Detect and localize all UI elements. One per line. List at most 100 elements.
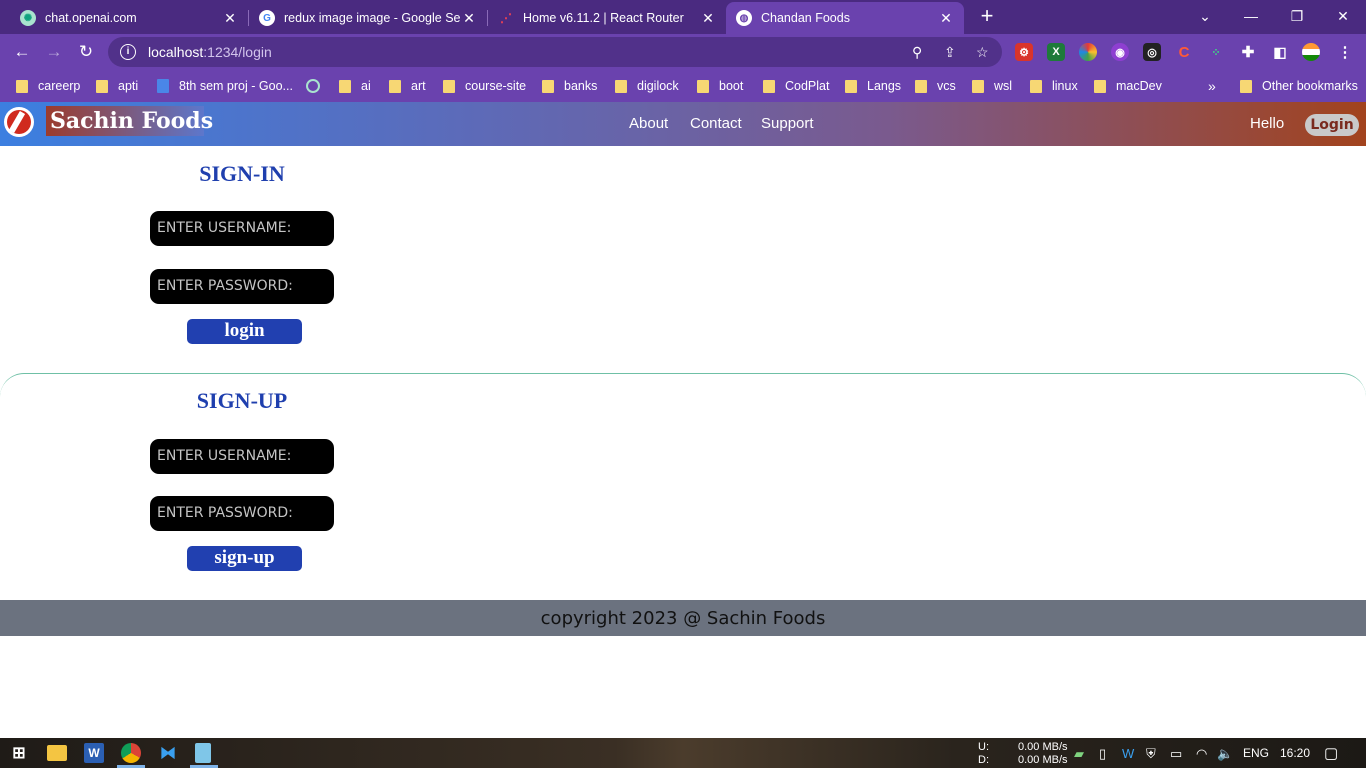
extension-tray-icon[interactable]: W: [1122, 746, 1134, 761]
folder-icon: [542, 79, 554, 93]
folder-icon: [915, 79, 927, 93]
excel-extension-icon[interactable]: X: [1047, 43, 1065, 61]
vscode-icon[interactable]: ⧓: [158, 743, 178, 763]
tab-chandan-foods[interactable]: ◍ Chandan Foods ✕: [726, 2, 964, 34]
forward-button[interactable]: →: [42, 40, 66, 64]
bookmark-item[interactable]: [306, 77, 320, 95]
tab-search-icon[interactable]: ⌄: [1182, 0, 1228, 32]
puzzle-icon[interactable]: ✚: [1239, 43, 1257, 61]
bookmark-folder[interactable]: digilock: [615, 77, 679, 95]
chrome-icon[interactable]: [121, 743, 141, 763]
bookmark-folder[interactable]: CodPlat: [763, 77, 829, 95]
extension-icon[interactable]: ⁘: [1207, 43, 1225, 61]
close-icon[interactable]: ✕: [938, 10, 954, 27]
back-button[interactable]: ←: [10, 40, 34, 64]
side-panel-icon[interactable]: ◧: [1271, 43, 1289, 61]
tab-google-search[interactable]: G redux image image - Google Sea ✕: [249, 2, 487, 34]
extension-icon[interactable]: ◉: [1111, 43, 1129, 61]
drive-icon[interactable]: ▰: [1074, 746, 1084, 762]
word-icon[interactable]: W: [84, 743, 104, 763]
profile-avatar[interactable]: [1302, 43, 1320, 61]
bookmark-star-icon[interactable]: ☆: [976, 44, 989, 61]
bookmark-folder[interactable]: art: [389, 77, 426, 95]
address-bar[interactable]: i localhost:1234/login ⚲ ⇪ ☆: [108, 37, 1002, 67]
bookmark-label: Langs: [867, 79, 902, 93]
clock[interactable]: 16:20: [1280, 747, 1310, 759]
extension-icon[interactable]: C: [1175, 43, 1193, 61]
bookmark-label: linux: [1052, 79, 1078, 93]
bookmark-label: careerp: [38, 79, 81, 93]
signin-password-input[interactable]: [150, 269, 334, 304]
bookmark-label: course-site: [465, 79, 527, 93]
security-shield-icon[interactable]: ⛨: [1146, 746, 1156, 762]
bookmark-folder[interactable]: wsl: [972, 77, 1012, 95]
site-info-icon[interactable]: i: [120, 44, 136, 60]
other-bookmarks-folder[interactable]: Other bookmarks: [1240, 77, 1358, 95]
close-icon[interactable]: ✕: [461, 10, 477, 27]
bookmark-folder[interactable]: course-site: [443, 77, 526, 95]
folder-icon: [615, 79, 627, 93]
extension-icon[interactable]: ⚙: [1015, 43, 1033, 61]
bookmark-folder[interactable]: vcs: [915, 77, 956, 95]
folder-icon: [972, 79, 984, 93]
restore-button[interactable]: ❐: [1274, 0, 1320, 32]
tab-title: redux image image - Google Sea: [284, 11, 461, 25]
extension-icon[interactable]: ◎: [1143, 43, 1161, 61]
bookmark-folder[interactable]: linux: [1030, 77, 1078, 95]
signup-button[interactable]: sign-up: [187, 546, 302, 571]
browser-tab-bar: ✺ chat.openai.com ✕ G redux image image …: [0, 0, 1366, 34]
color-picker-icon[interactable]: [1079, 43, 1097, 61]
page-footer: copyright 2023 @ Sachin Foods: [0, 600, 1366, 636]
menu-dots-icon[interactable]: ⋮: [1336, 43, 1354, 61]
signin-username-input[interactable]: [150, 211, 334, 246]
notepad-icon[interactable]: [195, 743, 211, 763]
notifications-icon[interactable]: ▢: [1324, 744, 1338, 762]
bookmark-item[interactable]: 8th sem proj - Goo...: [157, 77, 293, 95]
battery-icon[interactable]: ▭: [1170, 746, 1182, 762]
folder-icon: [443, 79, 455, 93]
reload-button[interactable]: ↻: [74, 40, 98, 64]
more-bookmarks-button[interactable]: »: [1208, 77, 1216, 95]
bookmark-label: banks: [564, 79, 598, 93]
bookmark-folder[interactable]: macDev: [1094, 77, 1162, 95]
bookmark-label: macDev: [1116, 79, 1162, 93]
brand-name[interactable]: Sachin Foods: [46, 106, 217, 136]
signin-login-button[interactable]: login: [187, 319, 302, 344]
wifi-icon[interactable]: ◠: [1196, 746, 1207, 762]
windows-start-icon[interactable]: ⊞: [9, 743, 29, 763]
tab-chat-openai[interactable]: ✺ chat.openai.com ✕: [10, 2, 248, 34]
new-tab-button[interactable]: +: [976, 4, 998, 30]
bookmark-folder[interactable]: ai: [339, 77, 371, 95]
nav-link-about[interactable]: About: [629, 115, 668, 132]
nav-link-support[interactable]: Support: [761, 115, 814, 132]
close-icon[interactable]: ✕: [700, 10, 716, 27]
folder-icon: [1030, 79, 1042, 93]
signup-username-input[interactable]: [150, 439, 334, 474]
close-window-button[interactable]: ✕: [1320, 0, 1366, 32]
tab-title: Home v6.11.2 | React Router: [523, 11, 684, 25]
zoom-icon[interactable]: ⚲: [912, 44, 922, 61]
minimize-button[interactable]: —: [1228, 0, 1274, 32]
signup-password-input[interactable]: [150, 496, 334, 531]
bookmark-folder[interactable]: banks: [542, 77, 597, 95]
bookmark-folder[interactable]: careerp: [16, 77, 80, 95]
google-docs-icon: [157, 79, 169, 93]
language-indicator[interactable]: ENG: [1243, 747, 1269, 759]
tab-react-router[interactable]: ⋰ Home v6.11.2 | React Router ✕: [488, 2, 726, 34]
login-button[interactable]: Login: [1305, 114, 1359, 136]
tab-title: chat.openai.com: [45, 11, 137, 25]
close-icon[interactable]: ✕: [222, 10, 238, 27]
tab-title: Chandan Foods: [761, 11, 850, 25]
share-icon[interactable]: ⇪: [944, 44, 956, 61]
folder-icon: [697, 79, 709, 93]
bookmark-folder[interactable]: boot: [697, 77, 743, 95]
app-navbar: Sachin Foods About Contact Support Hello…: [0, 102, 1366, 146]
nav-link-contact[interactable]: Contact: [690, 115, 742, 132]
bookmark-folder[interactable]: apti: [96, 77, 138, 95]
file-explorer-icon[interactable]: [47, 745, 67, 761]
bookmark-label: ai: [361, 79, 371, 93]
bookmark-folder[interactable]: Langs: [845, 77, 901, 95]
volume-icon[interactable]: 🔈: [1217, 746, 1233, 762]
usb-icon[interactable]: ▯: [1099, 746, 1106, 762]
logo-icon[interactable]: [4, 107, 34, 137]
